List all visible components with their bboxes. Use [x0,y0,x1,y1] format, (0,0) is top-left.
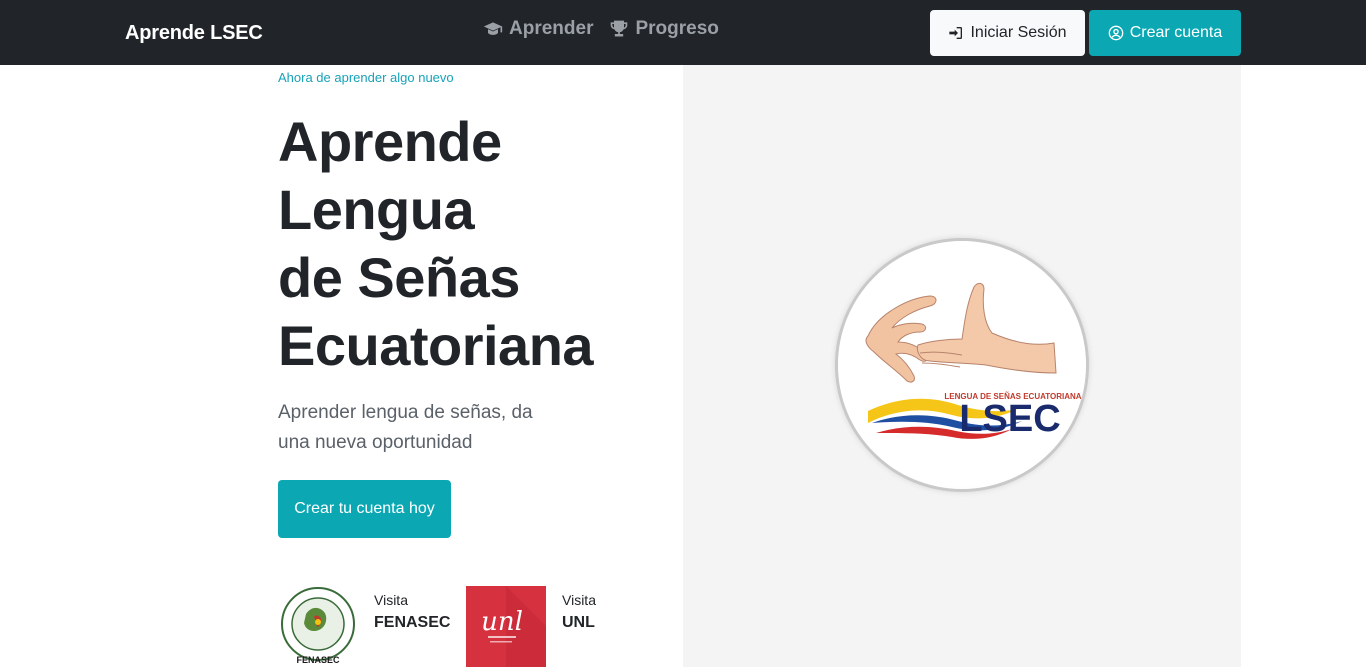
graduation-cap-icon [483,22,503,35]
hero-title-line: de Señas [278,246,520,309]
partner-caption: Visita [374,592,408,608]
lsec-logo-graphic: LENGUA DE SEÑAS ECUATORIANA LSEC [865,282,1082,440]
svg-text:FENASEC: FENASEC [296,655,340,665]
hero-title-line: Lengua [278,178,475,241]
nav-link-label: Progreso [635,18,719,39]
partner-unl[interactable]: unl Visita UNL [466,586,596,667]
hero-title-line: Aprende [278,110,502,173]
partner-text: Visita FENASEC [374,586,450,667]
svg-text:unl: unl [481,607,523,637]
brand-link[interactable]: Aprende LSEC [125,22,263,45]
hero-subtitle-line: una nueva oportunidad [278,432,473,453]
unl-logo: unl [466,586,546,667]
login-button[interactable]: Iniciar Sesión [930,10,1085,56]
partner-fenasec[interactable]: FENASEC Visita FENASEC [278,586,450,667]
partner-caption: Visita [562,592,596,608]
user-circle-icon [1108,25,1124,41]
hero-title: Aprende Lengua de Señas Ecuatoriana [278,108,678,380]
hero-title-line: Ecuatoriana [278,314,594,377]
partner-text: Visita UNL [562,586,596,667]
nav-links: Aprender Progreso [483,18,719,40]
hero-eyebrow: Ahora de aprender algo nuevo [278,70,454,85]
hero-image-panel: LENGUA DE SEÑAS ECUATORIANA LSEC [683,65,1241,667]
hero-subtitle-line: Aprender lengua de señas, da [278,402,533,423]
create-account-cta-button[interactable]: Crear tu cuenta hoy [278,480,451,538]
register-button[interactable]: Crear cuenta [1089,10,1241,56]
svg-text:LSEC: LSEC [959,398,1060,440]
nav-link-label: Aprender [509,18,594,39]
top-navbar: Aprende LSEC Aprender Progreso Iniciar S… [0,0,1366,65]
nav-link-progreso[interactable]: Progreso [609,18,719,40]
trophy-icon [611,20,628,37]
register-button-label: Crear cuenta [1129,24,1223,41]
sign-in-icon [949,27,963,39]
hero-subtitle: Aprender lengua de señas, da una nueva o… [278,398,568,458]
lsec-logo: LENGUA DE SEÑAS ECUATORIANA LSEC [838,241,1086,489]
partner-name: FENASEC [374,614,451,631]
partner-name: UNL [562,614,595,631]
nav-link-aprender[interactable]: Aprender [483,18,593,40]
login-button-label: Iniciar Sesión [970,24,1067,41]
fenasec-logo: FENASEC [281,587,355,665]
